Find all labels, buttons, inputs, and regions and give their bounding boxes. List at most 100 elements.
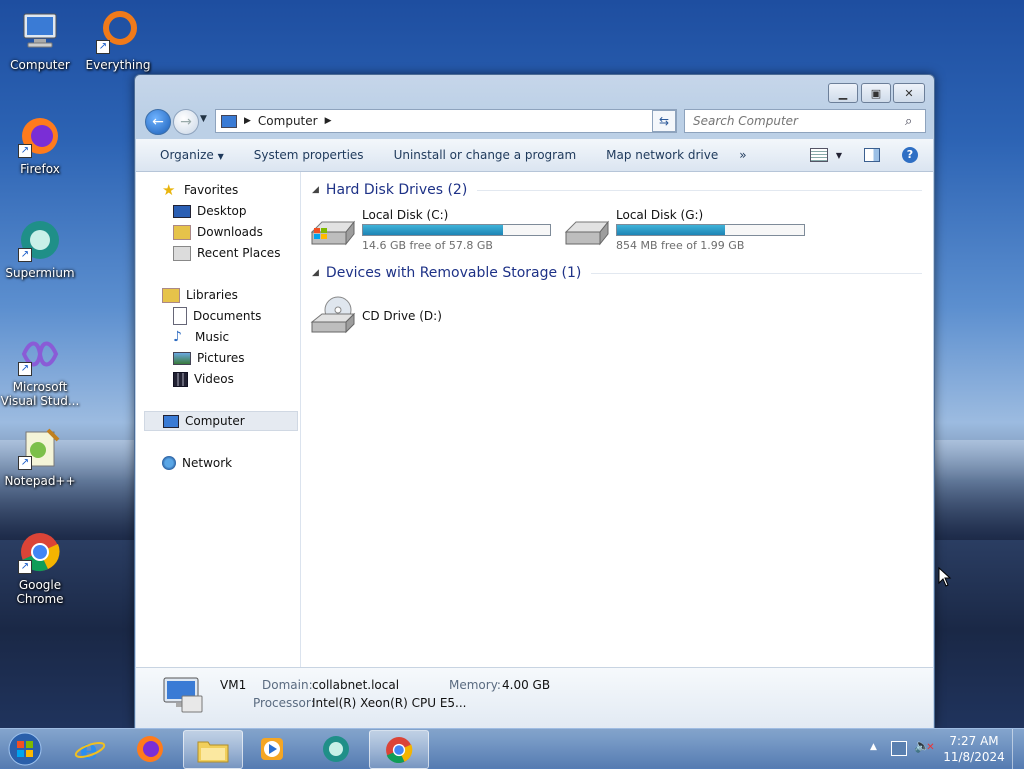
- nav-label: Computer: [185, 414, 245, 428]
- computer-small-icon: [221, 114, 237, 128]
- shortcut-arrow-icon: ↗: [18, 362, 32, 376]
- refresh-button[interactable]: ⇆: [652, 110, 676, 132]
- taskbar-media-player[interactable]: [243, 730, 301, 767]
- taskbar-internet-explorer[interactable]: e: [61, 730, 119, 767]
- nav-label: Libraries: [186, 288, 238, 302]
- breadcrumb-chevron-icon[interactable]: ▶: [244, 116, 251, 126]
- desktop-icon-label: Microsoft Visual Stud...: [0, 380, 80, 408]
- search-input[interactable]: [691, 113, 905, 129]
- drive-usage-fill: [617, 225, 726, 235]
- search-box[interactable]: ⌕: [684, 109, 926, 133]
- desktop-icon-label: Notepad++: [4, 474, 76, 488]
- back-button[interactable]: ←: [145, 109, 171, 135]
- group-divider: [477, 189, 922, 191]
- desktop-icon-computer[interactable]: Computer: [0, 8, 80, 72]
- forward-arrow-icon: →: [180, 114, 192, 130]
- nav-label: Favorites: [184, 183, 239, 197]
- nav-pictures[interactable]: Pictures: [173, 348, 245, 368]
- start-button[interactable]: [5, 730, 45, 768]
- clock[interactable]: 7:27 AM 11/8/2024: [940, 733, 1008, 765]
- desktop-icon-chrome[interactable]: ↗ Google Chrome: [0, 528, 80, 606]
- shortcut-arrow-icon: ↗: [18, 248, 32, 262]
- close-icon: ✕: [904, 86, 914, 100]
- taskbar-firefox[interactable]: [121, 730, 179, 767]
- drive-d[interactable]: CD Drive (D:): [308, 292, 508, 334]
- group-removable-storage[interactable]: ◢ Devices with Removable Storage (1): [312, 265, 922, 281]
- change-view-icon[interactable]: [809, 148, 828, 162]
- nav-desktop[interactable]: Desktop: [173, 201, 247, 221]
- volume-muted-icon[interactable]: 🔈✕: [914, 739, 935, 754]
- nav-label: Downloads: [197, 225, 263, 239]
- back-arrow-icon: ←: [152, 114, 164, 130]
- shortcut-arrow-icon: ↗: [96, 40, 110, 54]
- preview-pane-icon[interactable]: [864, 148, 880, 162]
- forward-button[interactable]: →: [173, 109, 199, 135]
- drive-c[interactable]: Local Disk (C:) 14.6 GB free of 57.8 GB: [308, 208, 558, 252]
- nav-network[interactable]: Network: [162, 453, 232, 473]
- processor-value: Intel(R) Xeon(R) CPU E5...: [312, 696, 467, 710]
- nav-videos[interactable]: Videos: [173, 369, 234, 389]
- nav-label: Videos: [194, 372, 234, 386]
- taskbar-chrome[interactable]: [369, 730, 429, 769]
- drive-usage-fill: [363, 225, 504, 235]
- network-tray-icon[interactable]: [891, 741, 907, 756]
- more-commands-button[interactable]: »: [733, 148, 761, 162]
- group-hard-disk-drives[interactable]: ◢ Hard Disk Drives (2): [312, 182, 922, 198]
- organize-button[interactable]: Organize ▼: [136, 148, 239, 162]
- clock-time: 7:27 AM: [949, 734, 999, 748]
- nav-libraries[interactable]: Libraries: [162, 285, 238, 305]
- everything-icon: ↗: [94, 8, 142, 56]
- search-icon[interactable]: ⌕: [905, 114, 912, 129]
- uninstall-program-button[interactable]: Uninstall or change a program: [379, 148, 592, 162]
- domain-label: Domain:: [262, 678, 313, 692]
- drive-usage-bar: [616, 224, 805, 236]
- collapse-icon: ◢: [312, 268, 319, 278]
- show-desktop-button[interactable]: [1012, 729, 1024, 769]
- close-button[interactable]: ✕: [893, 83, 925, 103]
- breadcrumb-computer[interactable]: Computer: [258, 114, 318, 128]
- view-options-dropdown-icon[interactable]: ▼: [836, 151, 842, 160]
- desktop-icon-firefox[interactable]: ↗ Firefox: [0, 112, 80, 176]
- nav-music[interactable]: ♪ Music: [173, 327, 229, 347]
- drive-free-space: 14.6 GB free of 57.8 GB: [362, 239, 493, 252]
- shortcut-arrow-icon: ↗: [18, 456, 32, 470]
- nav-downloads[interactable]: Downloads: [173, 222, 263, 242]
- domain-value: collabnet.local: [312, 678, 400, 692]
- desktop-icon-notepadpp[interactable]: ↗ Notepad++: [0, 424, 80, 488]
- system-properties-button[interactable]: System properties: [239, 148, 379, 162]
- minimize-button[interactable]: ▁: [828, 83, 858, 103]
- nav-computer[interactable]: Computer: [144, 411, 298, 431]
- collapse-icon: ◢: [312, 185, 319, 195]
- maximize-button[interactable]: ▣: [861, 83, 891, 103]
- desktop-icon-label: Firefox: [20, 162, 60, 176]
- svg-text:e: e: [80, 733, 98, 765]
- memory-label: Memory:: [449, 678, 501, 692]
- notepadpp-icon: ↗: [16, 424, 64, 472]
- nav-favorites[interactable]: ★ Favorites: [162, 180, 238, 200]
- nav-recent-places[interactable]: Recent Places: [173, 243, 280, 263]
- clock-date: 11/8/2024: [943, 750, 1005, 764]
- desktop-icon-visual-studio[interactable]: ↗ Microsoft Visual Stud...: [0, 330, 80, 408]
- map-network-drive-button[interactable]: Map network drive: [591, 148, 733, 162]
- address-bar[interactable]: ▶ Computer ▶ ▼: [215, 109, 677, 133]
- drive-name: Local Disk (C:): [362, 208, 449, 222]
- desktop-icon-label: Google Chrome: [16, 578, 64, 606]
- help-icon[interactable]: ?: [902, 147, 918, 163]
- drive-free-space: 854 MB free of 1.99 GB: [616, 239, 745, 252]
- desktop-icon-supermium[interactable]: ↗ Supermium: [0, 216, 80, 280]
- folder-icon: [197, 741, 229, 762]
- drive-g[interactable]: Local Disk (G:) 854 MB free of 1.99 GB: [562, 208, 812, 252]
- nav-documents[interactable]: Documents: [173, 306, 261, 326]
- minimize-icon: ▁: [838, 86, 848, 100]
- recent-pages-dropdown[interactable]: ▼: [200, 114, 207, 124]
- nav-label: Recent Places: [197, 246, 281, 260]
- show-hidden-icons-button[interactable]: ▲: [870, 742, 877, 752]
- taskbar-windows-explorer[interactable]: [183, 730, 243, 769]
- desktop-icon-label: Everything: [85, 58, 151, 72]
- taskbar-supermium[interactable]: [307, 730, 365, 767]
- desktop-icon-everything[interactable]: ↗ Everything: [78, 8, 158, 72]
- group-title: Devices with Removable Storage (1): [325, 265, 582, 281]
- content-pane: ◢ Hard Disk Drives (2) Local Disk (C:) 1…: [302, 172, 933, 667]
- internet-explorer-icon: e: [74, 733, 106, 765]
- breadcrumb-chevron-icon[interactable]: ▶: [325, 116, 332, 126]
